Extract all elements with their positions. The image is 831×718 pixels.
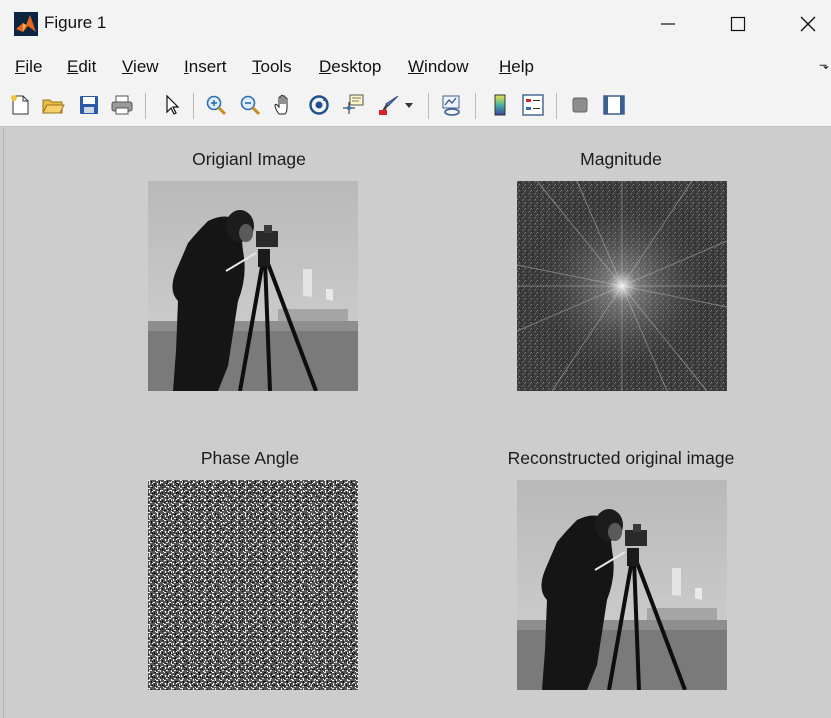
rotate-3d-icon xyxy=(309,95,329,115)
toolbar-separator xyxy=(193,93,194,119)
print-button[interactable] xyxy=(108,90,136,120)
maximize-icon xyxy=(730,16,746,32)
menu-window[interactable]: Window xyxy=(408,57,468,77)
brush-icon xyxy=(379,95,399,115)
data-cursor-icon xyxy=(343,94,364,114)
data-cursor-button[interactable] xyxy=(339,90,367,120)
phase-angle-image[interactable] xyxy=(148,480,358,690)
menu-file[interactable]: File xyxy=(15,57,42,77)
save-button[interactable] xyxy=(75,90,103,120)
toolbar-separator xyxy=(145,93,146,119)
insert-legend-icon xyxy=(522,94,544,116)
subplot-title-phase: Phase Angle xyxy=(200,448,300,468)
edit-plot-arrow-icon xyxy=(166,94,180,115)
subplot-title-reconstructed: Reconstructed original image xyxy=(507,448,735,468)
menu-help[interactable]: Help xyxy=(499,57,534,77)
new-figure-button[interactable] xyxy=(6,90,34,120)
open-file-icon xyxy=(42,99,65,114)
insert-colorbar-button[interactable] xyxy=(486,90,514,120)
minimize-icon xyxy=(661,23,675,25)
maximize-button[interactable] xyxy=(703,0,773,48)
zoom-out-icon xyxy=(240,95,261,116)
hide-plot-tools-icon xyxy=(572,97,588,113)
insert-colorbar-icon xyxy=(494,94,506,116)
zoom-in-icon xyxy=(206,95,227,116)
edit-plot-button[interactable] xyxy=(157,90,185,120)
subplot-title-original: Origianl Image xyxy=(192,149,306,169)
menu-overflow-arrow-icon[interactable]: ⬎ xyxy=(819,58,829,72)
pan-hand-icon xyxy=(274,94,288,115)
menu-desktop[interactable]: Desktop xyxy=(319,57,381,77)
window-titlebar: Figure 1 xyxy=(0,0,831,48)
minimize-button[interactable] xyxy=(633,0,703,48)
brush-dropdown-button[interactable] xyxy=(402,90,416,120)
close-button[interactable] xyxy=(773,0,831,48)
figure-toolbar xyxy=(0,86,831,127)
zoom-out-button[interactable] xyxy=(236,90,264,120)
show-plot-tools-icon xyxy=(603,95,625,115)
menu-view[interactable]: View xyxy=(122,57,159,77)
show-plot-tools-button[interactable] xyxy=(600,90,628,120)
new-figure-icon xyxy=(11,95,29,115)
original-image[interactable] xyxy=(148,181,358,391)
menu-bar: File Edit View Insert Tools Desktop Wind… xyxy=(0,48,831,86)
subplot-title-magnitude: Magnitude xyxy=(580,149,662,169)
close-icon xyxy=(800,16,816,32)
pan-button[interactable] xyxy=(270,90,298,120)
zoom-in-button[interactable] xyxy=(202,90,230,120)
matlab-icon xyxy=(14,12,38,36)
link-plot-button[interactable] xyxy=(438,90,466,120)
rotate-3d-button[interactable] xyxy=(305,90,333,120)
hide-plot-tools-button[interactable] xyxy=(566,90,594,120)
open-file-button[interactable] xyxy=(39,90,67,120)
print-icon xyxy=(111,95,133,115)
save-icon xyxy=(80,96,98,114)
menu-edit[interactable]: Edit xyxy=(67,57,96,77)
menu-insert[interactable]: Insert xyxy=(184,57,227,77)
brush-dropdown-icon xyxy=(405,103,413,108)
magnitude-image[interactable] xyxy=(517,181,727,391)
toolbar-separator xyxy=(428,93,429,119)
brush-button[interactable] xyxy=(375,90,403,120)
insert-legend-button[interactable] xyxy=(519,90,547,120)
toolbar-separator xyxy=(556,93,557,119)
menu-tools[interactable]: Tools xyxy=(252,57,292,77)
window-title: Figure 1 xyxy=(44,13,107,32)
link-plot-icon xyxy=(442,95,460,116)
reconstructed-image[interactable] xyxy=(517,480,727,690)
toolbar-separator xyxy=(475,93,476,119)
